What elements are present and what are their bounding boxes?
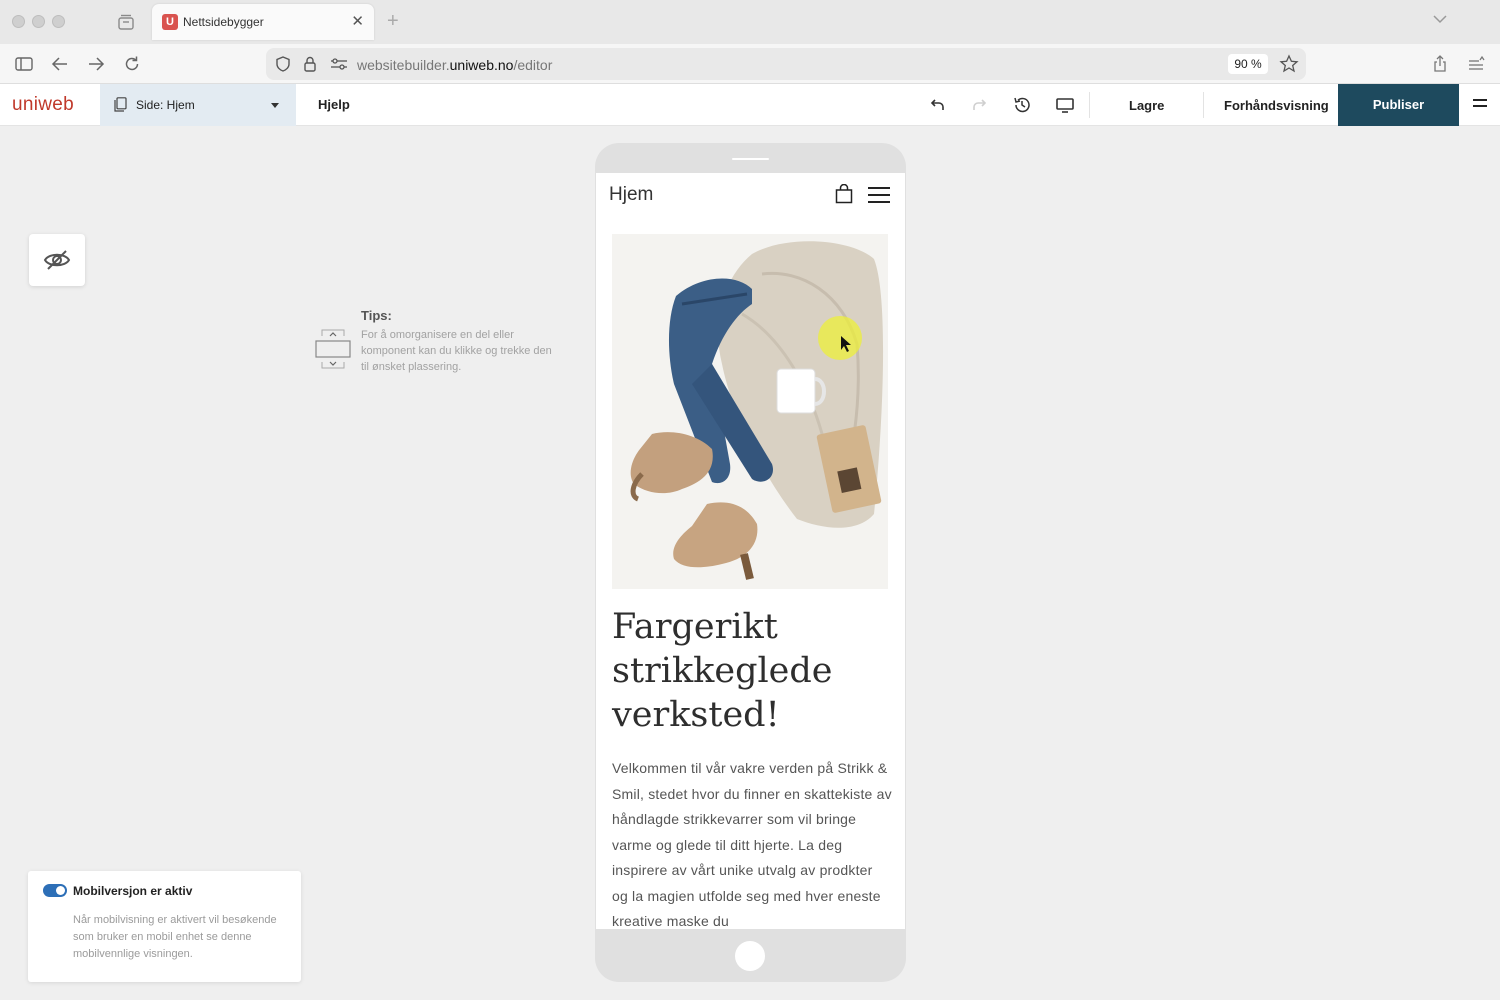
- browser-navbar: websitebuilder.uniweb.no/editor 90 %: [0, 44, 1500, 84]
- publish-button[interactable]: Publiser: [1338, 84, 1459, 126]
- tips-title: Tips:: [361, 308, 392, 323]
- back-arrow-icon[interactable]: [50, 54, 70, 74]
- window-close-button[interactable]: [12, 15, 25, 28]
- hero-image[interactable]: [612, 234, 888, 589]
- hero-headline[interactable]: Fargerikt strikkeglede verksted!: [612, 605, 897, 737]
- hide-panel-button[interactable]: [29, 234, 85, 286]
- redo-icon[interactable]: [970, 95, 990, 115]
- tips-text: For å omorganisere en del eller komponen…: [361, 329, 552, 373]
- page-icon: [114, 97, 127, 112]
- browser-tab-active[interactable]: U Nettsidebygger ✕: [152, 4, 374, 40]
- new-tab-icon[interactable]: +: [387, 10, 399, 33]
- tab-overview-icon[interactable]: [116, 12, 136, 32]
- site-settings-icon[interactable]: [330, 57, 348, 71]
- reload-icon[interactable]: [122, 54, 142, 74]
- url-domain: uniweb.no: [449, 57, 514, 73]
- reading-list-icon[interactable]: [1466, 54, 1486, 74]
- editor-toolbar: uniweb Side: Hjem Hjelp Lagre Forhåndsvi…: [0, 84, 1500, 126]
- url-path: /editor: [513, 57, 553, 73]
- preview-button[interactable]: Forhåndsvisning: [1224, 98, 1329, 113]
- editor-menu-icon[interactable]: [1473, 99, 1487, 111]
- toolbar-divider: [1089, 92, 1090, 118]
- zoom-level-button[interactable]: 90 %: [1228, 54, 1268, 74]
- page-select-dropdown[interactable]: Side: Hjem: [100, 84, 296, 126]
- forward-arrow-icon[interactable]: [86, 54, 106, 74]
- phone-home-button: [735, 941, 765, 971]
- site-page-title[interactable]: Hjem: [609, 184, 653, 206]
- page-select-label: Side: Hjem: [136, 98, 195, 112]
- mobile-version-toggle[interactable]: [43, 884, 67, 897]
- shopping-bag-icon[interactable]: [835, 184, 853, 204]
- caret-down-icon: [271, 103, 279, 108]
- mobile-version-title: Mobilversjon er aktiv: [73, 884, 193, 898]
- flatlay-photo-icon: [612, 234, 888, 589]
- hero-body-text[interactable]: Velkommen til vår vakre verden på Strikk…: [612, 756, 892, 929]
- reorder-drag-icon: [315, 329, 351, 369]
- mobile-preview-frame: Hjem Fargerikt strikkeglede verksted! Ve…: [595, 143, 906, 982]
- chevron-down-icon[interactable]: [1432, 14, 1448, 24]
- desktop-view-icon[interactable]: [1055, 95, 1075, 115]
- sidebar-toggle-icon[interactable]: [14, 54, 34, 74]
- mobile-preview-screen[interactable]: Hjem Fargerikt strikkeglede verksted! Ve…: [596, 173, 905, 929]
- site-menu-icon[interactable]: [868, 187, 890, 208]
- eye-off-icon: [43, 250, 71, 270]
- uniweb-favicon-icon: U: [162, 14, 178, 30]
- toolbar-divider: [1203, 92, 1204, 118]
- address-bar[interactable]: websitebuilder.uniweb.no/editor 90 %: [266, 48, 1306, 80]
- mobile-version-description: Når mobilvisning er aktivert vil besøken…: [73, 914, 277, 960]
- url-text[interactable]: websitebuilder.uniweb.no/editor: [357, 57, 552, 73]
- phone-speaker: [732, 158, 769, 160]
- undo-icon[interactable]: [927, 95, 947, 115]
- history-icon[interactable]: [1012, 95, 1032, 115]
- window-minimize-button[interactable]: [32, 15, 45, 28]
- share-icon[interactable]: [1430, 54, 1450, 74]
- window-zoom-button[interactable]: [52, 15, 65, 28]
- tab-title: Nettsidebygger: [183, 15, 264, 29]
- help-link[interactable]: Hjelp: [318, 97, 350, 112]
- shield-icon[interactable]: [274, 55, 292, 73]
- bookmark-star-icon[interactable]: [1279, 54, 1299, 74]
- url-prefix: websitebuilder.: [357, 57, 450, 73]
- browser-titlebar: U Nettsidebygger ✕ +: [0, 0, 1500, 44]
- lock-icon: [304, 56, 316, 72]
- mobile-version-card: Mobilversjon er aktiv Når mobilvisning e…: [28, 871, 301, 982]
- uniweb-logo[interactable]: uniweb: [12, 94, 74, 116]
- tab-close-icon[interactable]: ✕: [351, 12, 364, 30]
- save-button[interactable]: Lagre: [1129, 98, 1164, 113]
